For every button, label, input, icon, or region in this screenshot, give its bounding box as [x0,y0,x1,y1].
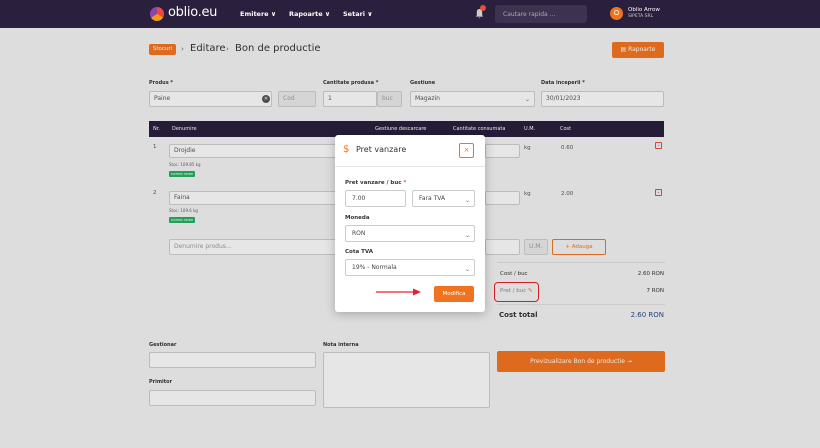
chevron-down-icon: ⌄ [464,197,470,204]
chevron-down-icon: ⌄ [464,232,470,239]
modal-title: Pret vanzare [356,145,407,154]
avatar[interactable]: O [610,7,623,20]
cota-label: Cota TVA [345,249,373,255]
pret-input[interactable]: 7.00 [345,190,406,207]
notification-badge [480,5,486,11]
pret-label: Pret vanzare / buc * [345,180,407,186]
brand-name[interactable]: oblio.eu [168,5,217,20]
annotation-arrow-icon [376,288,421,296]
moneda-select[interactable]: RON ⌄ [345,225,475,242]
nav-rapoarte[interactable]: Rapoarte ∨ [289,10,330,18]
pret-vanzare-modal: $ Pret vanzare × Pret vanzare / buc * 7.… [335,135,485,312]
close-icon[interactable]: × [459,143,474,158]
nav-setari[interactable]: Setari ∨ [343,10,373,18]
modal-divider [335,166,485,167]
dollar-icon: $ [343,144,350,155]
cota-select[interactable]: 19% - Normala ⌄ [345,259,475,276]
moneda-label: Moneda [345,215,370,221]
nav-emitere[interactable]: Emitere ∨ [240,10,276,18]
modifica-button[interactable]: Modifica [434,286,474,302]
chevron-down-icon: ⌄ [464,266,470,273]
search-input[interactable]: Cautare rapida ... [495,5,587,23]
oblio-logo-icon[interactable] [150,7,164,21]
tva-mode-select[interactable]: Fara TVA ⌄ [412,190,475,207]
top-navbar [0,0,820,28]
user-name[interactable]: Oblio Arrow [628,7,660,13]
user-company: SIPETA SRL [628,14,654,19]
